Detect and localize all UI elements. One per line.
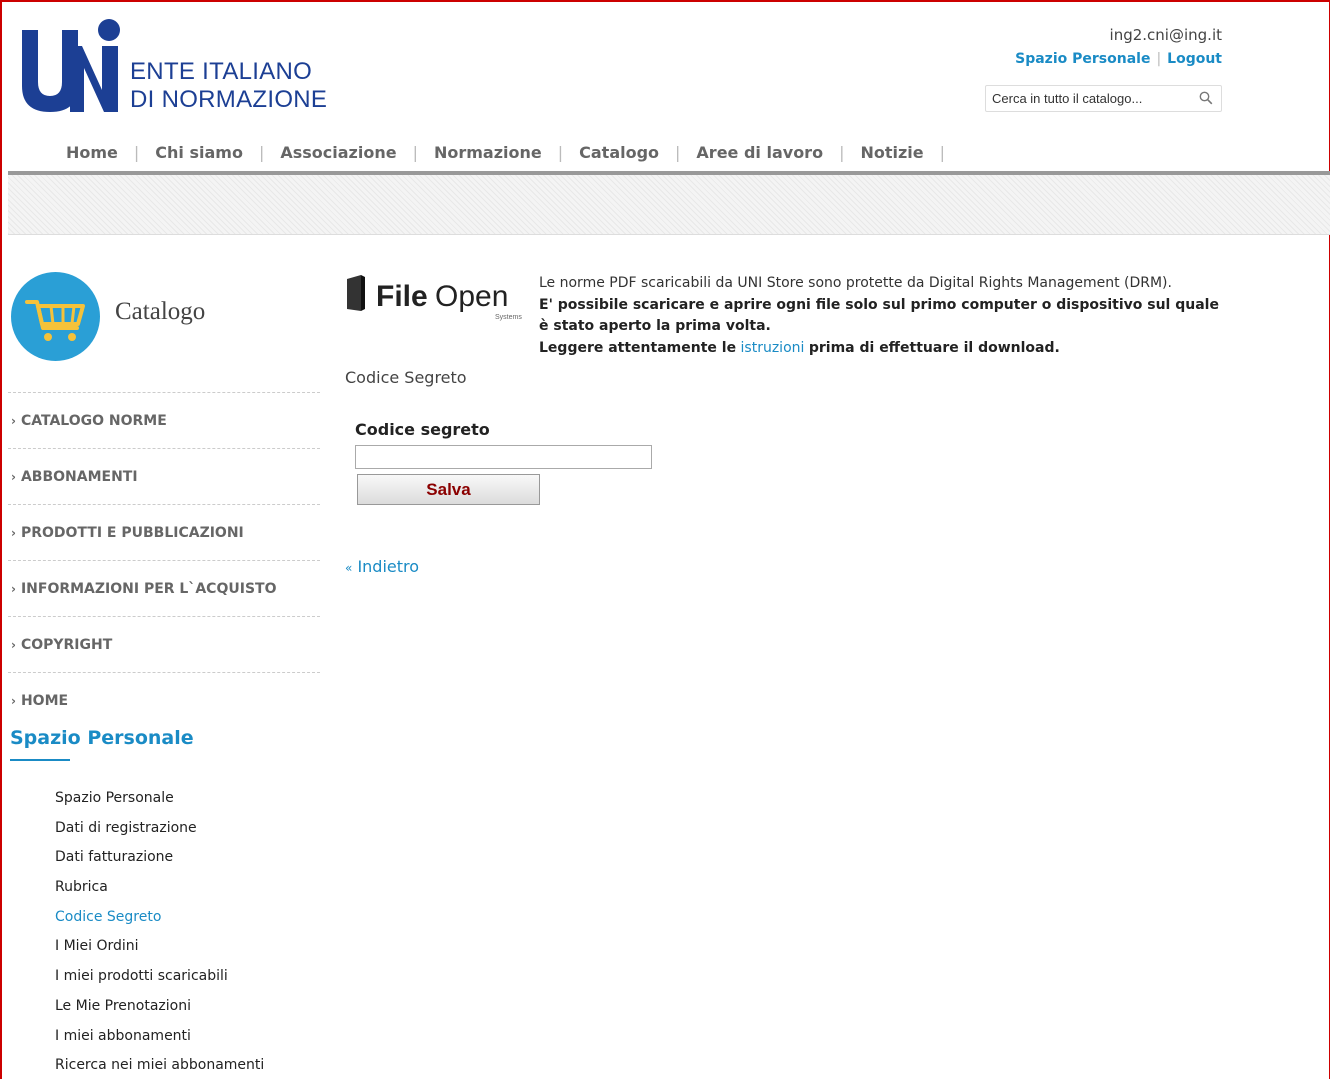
nav-associazione[interactable]: Associazione [264,143,412,162]
sp-item-miei-ordini[interactable]: I Miei Ordini [55,935,264,965]
back-link[interactable]: « Indietro [345,557,419,576]
logout-link[interactable]: Logout [1167,51,1222,67]
chevron-right-icon: › [11,581,16,596]
sidebar-item-label: CATALOGO NORME [20,412,167,429]
back-link-label: Indietro [357,557,420,576]
fileopen-logo: File Open Systems [347,275,522,321]
banner-strip [8,175,1330,235]
fileopen-light-text: Open [435,280,508,313]
sp-item-ricerca-abbonamenti[interactable]: Ricerca nei miei abbonamenti [55,1054,264,1079]
link-separator: | [1156,51,1162,67]
nav-chi-siamo[interactable]: Chi siamo [139,143,259,162]
spazio-personale-link[interactable]: Spazio Personale [1015,51,1150,67]
logo-line-1: ENTE ITALIANO [130,58,313,85]
heading-underline [10,759,70,761]
fileopen-bold-text: File [376,280,428,313]
search-input[interactable] [986,86,1186,111]
main-nav: Home | Chi siamo | Associazione | Normaz… [50,143,945,162]
drm-bold-2-post: prima di effettuare il download. [808,339,1060,356]
nav-catalogo[interactable]: Catalogo [563,143,675,162]
sp-item-dati-fatturazione[interactable]: Dati fatturazione [55,846,264,876]
save-button[interactable]: Salva [357,474,540,505]
sidebar-item-informazioni[interactable]: › INFORMAZIONI PER L`ACQUISTO [8,560,320,616]
sp-item-codice-segreto[interactable]: Codice Segreto [55,906,264,936]
drm-bold-2-pre: Leggere attentamente le [539,339,737,356]
sp-item-abbonamenti[interactable]: I miei abbonamenti [55,1025,264,1055]
codice-segreto-label: Codice segreto [355,420,490,439]
sidebar-item-label: PRODOTTI E PUBBLICAZIONI [20,524,244,541]
sp-item-rubrica[interactable]: Rubrica [55,876,264,906]
logo-line-2: DI NORMAZIONE [130,86,328,113]
drm-notice: Le norme PDF scaricabili da UNI Store so… [539,273,1219,359]
chevron-right-icon: › [11,637,16,652]
user-links: Spazio Personale | Logout [1015,51,1222,67]
logo-wordmark: ENTE ITALIANO DI NORMAZIONE [130,58,327,114]
cart-icon [11,272,100,361]
sidebar-item-label: COPYRIGHT [20,636,113,653]
page-title: Codice Segreto [345,368,467,387]
spazio-personale-heading: Spazio Personale [10,727,194,749]
chevron-right-icon: › [11,693,16,708]
sidebar-item-catalogo-norme[interactable]: › CATALOGO NORME [8,392,320,448]
catalog-title: Catalogo [115,298,206,325]
back-chevron-icon: « [345,561,353,575]
search-icon[interactable] [1199,91,1213,105]
drm-bold-1: E' possibile scaricare e aprire ogni fil… [539,296,1219,335]
sidebar-item-label: INFORMAZIONI PER L`ACQUISTO [20,580,277,597]
sidebar-item-label: ABBONAMENTI [20,468,138,485]
uni-logo[interactable] [16,16,126,114]
drm-line-1: Le norme PDF scaricabili da UNI Store so… [539,275,1172,291]
nav-notizie[interactable]: Notizie [844,143,939,162]
istruzioni-link[interactable]: istruzioni [741,340,805,356]
codice-segreto-input[interactable] [355,445,652,469]
sp-item-prodotti-scaricabili[interactable]: I miei prodotti scaricabili [55,965,264,995]
spazio-personale-menu: Spazio Personale Dati di registrazione D… [55,787,264,1079]
fileopen-sub-text: Systems [495,314,522,321]
sidebar-item-label: HOME [20,692,69,709]
chevron-right-icon: › [11,469,16,484]
sidebar-item-prodotti[interactable]: › PRODOTTI E PUBBLICAZIONI [8,504,320,560]
sp-item-spazio-personale[interactable]: Spazio Personale [55,787,264,817]
sp-item-prenotazioni[interactable]: Le Mie Prenotazioni [55,995,264,1025]
chevron-right-icon: › [11,525,16,540]
nav-separator: | [939,143,946,162]
nav-aree-di-lavoro[interactable]: Aree di lavoro [680,143,839,162]
catalog-search [985,85,1222,112]
catalog-menu: › CATALOGO NORME › ABBONAMENTI › PRODOTTI E… [8,392,320,728]
sidebar-item-home[interactable]: › HOME [8,672,320,728]
sidebar-item-abbonamenti[interactable]: › ABBONAMENTI [8,448,320,504]
nav-normazione[interactable]: Normazione [418,143,558,162]
sp-item-dati-registrazione[interactable]: Dati di registrazione [55,817,264,847]
user-email: ing2.cni@ing.it [1109,26,1222,44]
sidebar-item-copyright[interactable]: › COPYRIGHT [8,616,320,672]
nav-home[interactable]: Home [50,143,134,162]
chevron-right-icon: › [11,413,16,428]
